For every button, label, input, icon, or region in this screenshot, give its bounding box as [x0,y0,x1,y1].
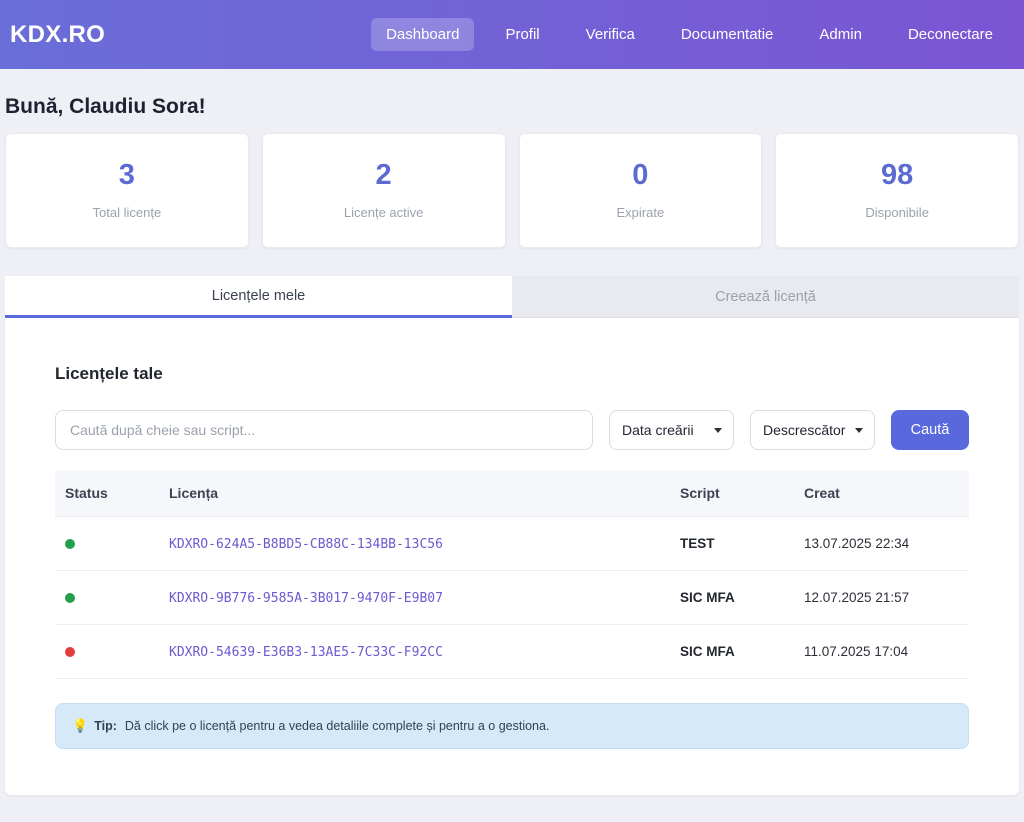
sort-order-select[interactable]: Descrescător [750,410,875,450]
sort-field-value: Data creării [622,422,694,438]
main-content: Bună, Claudiu Sora! 3 Total licențe 2 Li… [0,69,1024,795]
tip-label: Tip: [94,719,117,733]
tab-my-licenses[interactable]: Licențele mele [5,276,512,318]
tab-bar: Licențele mele Creează licență [5,276,1019,318]
header-created: Creat [794,470,969,517]
nav-menu: Dashboard Profil Verifica Documentatie A… [371,18,1008,51]
stat-card-expired: 0 Expirate [519,133,763,248]
stat-value-active: 2 [376,161,392,190]
license-key-link[interactable]: KDXRO-9B776-9585A-3B017-9470F-E9B07 [169,591,443,606]
lightbulb-icon: 💡 [72,718,88,734]
nav-item-profil[interactable]: Profil [490,18,554,51]
stat-label-available: Disponibile [865,205,929,220]
stat-value-expired: 0 [632,161,648,190]
tip-text: Dă click pe o licență pentru a vedea det… [125,719,550,733]
status-dot [65,593,75,603]
panel-title: Licențele tale [55,364,969,384]
nav-item-dashboard[interactable]: Dashboard [371,18,474,51]
table-row[interactable]: KDXRO-9B776-9585A-3B017-9470F-E9B07 SIC … [55,571,969,625]
search-input[interactable] [55,410,593,450]
filters-row: Data creării Descrescător Caută [55,410,969,450]
script-name: SIC MFA [670,571,794,625]
header-license: Licența [159,470,670,517]
search-button[interactable]: Caută [891,410,969,450]
stats-row: 3 Total licențe 2 Licențe active 0 Expir… [5,133,1019,248]
chevron-down-icon [714,428,722,433]
nav-item-deconectare[interactable]: Deconectare [893,18,1008,51]
stat-card-total: 3 Total licențe [5,133,249,248]
stat-label-active: Licențe active [344,205,424,220]
stat-label-expired: Expirate [617,205,665,220]
header-status: Status [55,470,159,517]
licenses-panel: Licențele tale Data creării Descrescător… [5,318,1019,795]
stat-card-active: 2 Licențe active [262,133,506,248]
stat-value-total: 3 [119,161,135,190]
table-row[interactable]: KDXRO-54639-E36B3-13AE5-7C33C-F92CC SIC … [55,625,969,679]
stat-card-available: 98 Disponibile [775,133,1019,248]
tab-create-license[interactable]: Creează licență [512,276,1019,318]
page-greeting: Bună, Claudiu Sora! [5,95,1019,119]
brand-logo[interactable]: KDX.RO [10,21,105,49]
created-date: 13.07.2025 22:34 [794,517,969,571]
licenses-table: Status Licența Script Creat KDXRO-624A5-… [55,470,969,679]
license-key-link[interactable]: KDXRO-54639-E36B3-13AE5-7C33C-F92CC [169,645,443,660]
stat-label-total: Total licențe [93,205,162,220]
navbar: KDX.RO Dashboard Profil Verifica Documen… [0,0,1024,69]
status-dot [65,647,75,657]
sort-order-value: Descrescător [763,422,845,438]
script-name: TEST [670,517,794,571]
created-date: 11.07.2025 17:04 [794,625,969,679]
script-name: SIC MFA [670,625,794,679]
tip-banner: 💡 Tip: Dă click pe o licență pentru a ve… [55,703,969,749]
license-key-link[interactable]: KDXRO-624A5-B8BD5-CB88C-134BB-13C56 [169,537,443,552]
status-dot [65,539,75,549]
nav-item-verifica[interactable]: Verifica [571,18,650,51]
nav-item-documentatie[interactable]: Documentatie [666,18,789,51]
created-date: 12.07.2025 21:57 [794,571,969,625]
nav-item-admin[interactable]: Admin [804,18,877,51]
table-header-row: Status Licența Script Creat [55,470,969,517]
chevron-down-icon [855,428,863,433]
stat-value-available: 98 [881,161,913,190]
table-row[interactable]: KDXRO-624A5-B8BD5-CB88C-134BB-13C56 TEST… [55,517,969,571]
sort-field-select[interactable]: Data creării [609,410,734,450]
header-script: Script [670,470,794,517]
